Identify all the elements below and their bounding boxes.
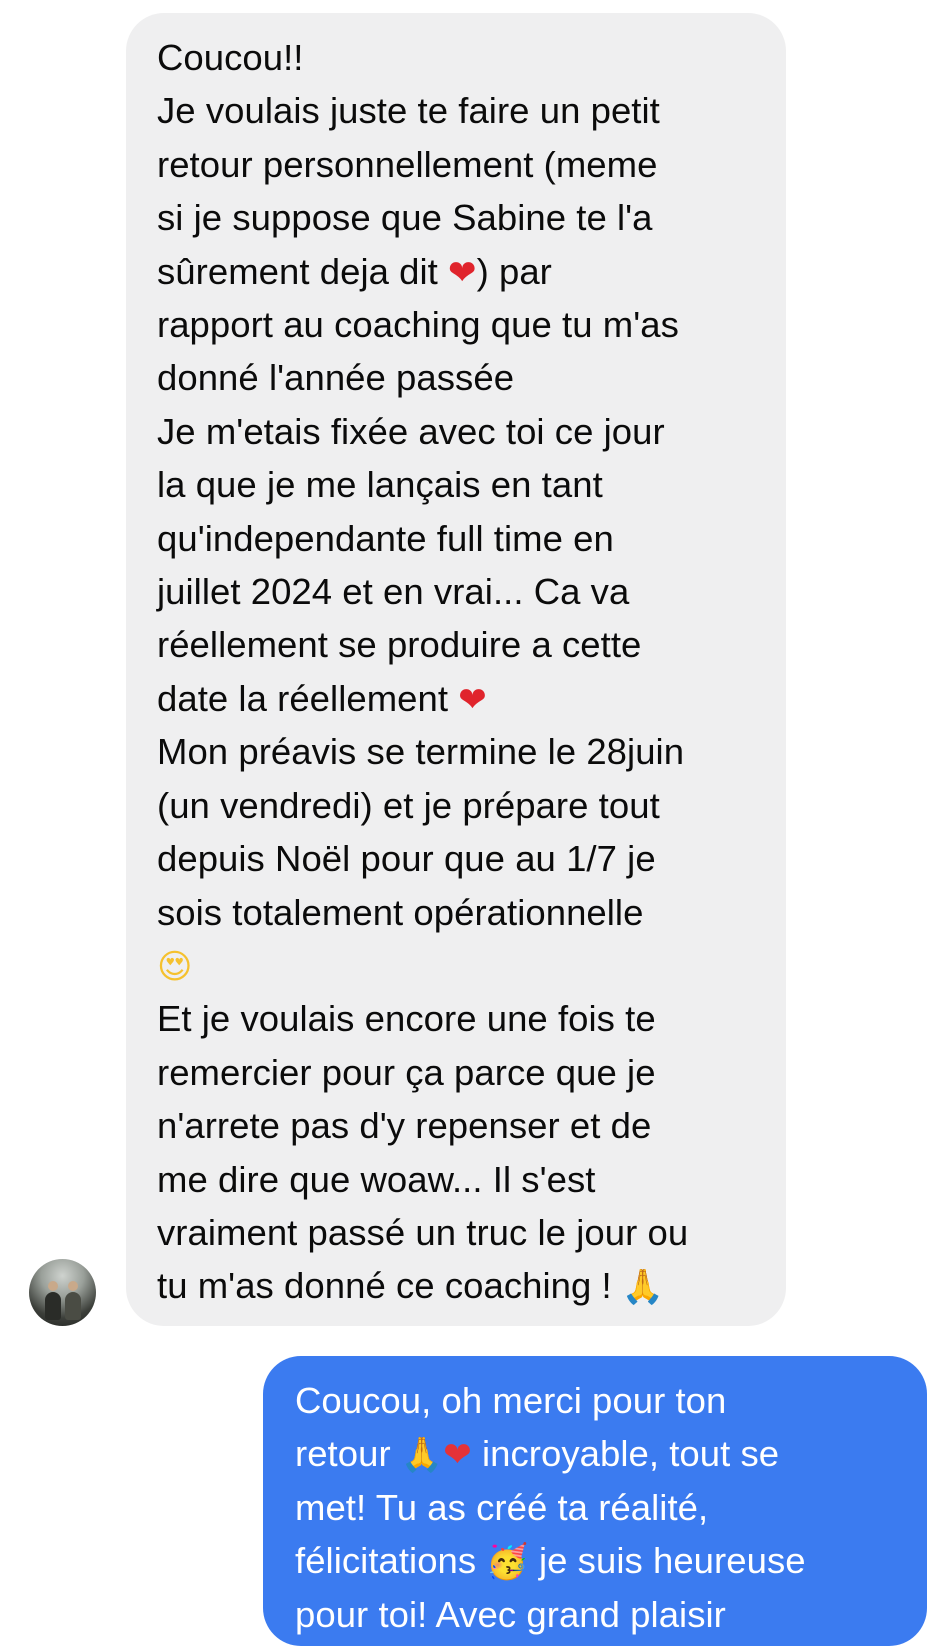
- message-thread: Coucou!! Je voulais juste te faire un pe…: [0, 0, 946, 1646]
- message-line: réellement se produire a cette: [157, 624, 642, 666]
- avatar-figure-head: [48, 1281, 58, 1291]
- avatar-figure: [45, 1292, 61, 1320]
- message-line: Coucou, oh merci pour ton: [295, 1380, 727, 1421]
- message-text: date la réellement: [157, 677, 459, 719]
- folded-hands-icon: 🙏: [621, 1267, 665, 1308]
- message-text: retour: [295, 1433, 401, 1475]
- message-line: Je m'etais fixée avec toi ce jour: [157, 410, 665, 452]
- message-line: Je voulais juste te faire un petit: [157, 90, 660, 132]
- message-line: la que je me lançais en tant: [157, 464, 603, 506]
- message-line: depuis Noël pour que au 1/7 je: [157, 838, 656, 880]
- heart-eyes-icon: 😍: [157, 946, 193, 987]
- message-text: incroyable, tout se: [471, 1433, 780, 1475]
- message-line: félicitations 🥳 je suis heureuse: [295, 1534, 907, 1587]
- message-text: sûrement deja dit: [157, 250, 449, 292]
- heart-icon: ❤: [458, 679, 487, 720]
- message-text: félicitations: [295, 1540, 487, 1582]
- message-line: rapport au coaching que tu m'as: [157, 304, 679, 346]
- message-line: qu'independante full time en: [157, 517, 614, 559]
- heart-icon: ❤: [448, 252, 477, 293]
- message-line: (un vendredi) et je prépare tout: [157, 784, 660, 826]
- message-line: Coucou!!: [157, 37, 304, 78]
- message-text: ) par: [476, 250, 552, 292]
- party-face-icon: 🥳: [486, 1542, 529, 1583]
- message-line: pour toi! Avec grand plaisir: [295, 1593, 726, 1635]
- message-line: vraiment passé un truc le jour ou: [157, 1211, 689, 1253]
- message-line: si je suppose que Sabine te l'a: [157, 197, 653, 239]
- message-line: retour 🙏❤ incroyable, tout se: [295, 1427, 907, 1480]
- message-line: n'arrete pas d'y repenser et de: [157, 1105, 652, 1147]
- folded-hands-heart-icon: 🙏❤: [400, 1435, 472, 1476]
- message-line: remercier pour ça parce que je: [157, 1051, 656, 1093]
- message-text: tu m'as donné ce coaching !: [157, 1265, 622, 1307]
- message-line: me dire que woaw... Il s'est: [157, 1158, 596, 1200]
- outgoing-message-bubble[interactable]: Coucou, oh merci pour ton retour 🙏❤ incr…: [263, 1356, 927, 1646]
- message-line: juillet 2024 et en vrai... Ca va: [157, 571, 630, 613]
- message-line: Et je voulais encore une fois te: [157, 998, 656, 1040]
- message-text: je suis heureuse: [528, 1540, 806, 1582]
- message-line: 😍: [157, 939, 766, 992]
- sender-avatar[interactable]: [29, 1259, 96, 1326]
- avatar-figure-head: [68, 1281, 78, 1291]
- message-line: date la réellement ❤: [157, 672, 766, 725]
- message-line: met! Tu as créé ta réalité,: [295, 1486, 709, 1528]
- message-line: tu m'as donné ce coaching ! 🙏: [157, 1259, 766, 1312]
- message-line: sûrement deja dit ❤) par: [157, 245, 766, 298]
- avatar-figure: [65, 1292, 81, 1320]
- message-line: donné l'année passée: [157, 357, 515, 399]
- message-line: retour personnellement (meme: [157, 143, 658, 185]
- incoming-message-bubble[interactable]: Coucou!! Je voulais juste te faire un pe…: [126, 13, 786, 1326]
- message-line: Mon préavis se termine le 28juin: [157, 731, 685, 773]
- message-line: sois totalement opérationnelle: [157, 891, 644, 933]
